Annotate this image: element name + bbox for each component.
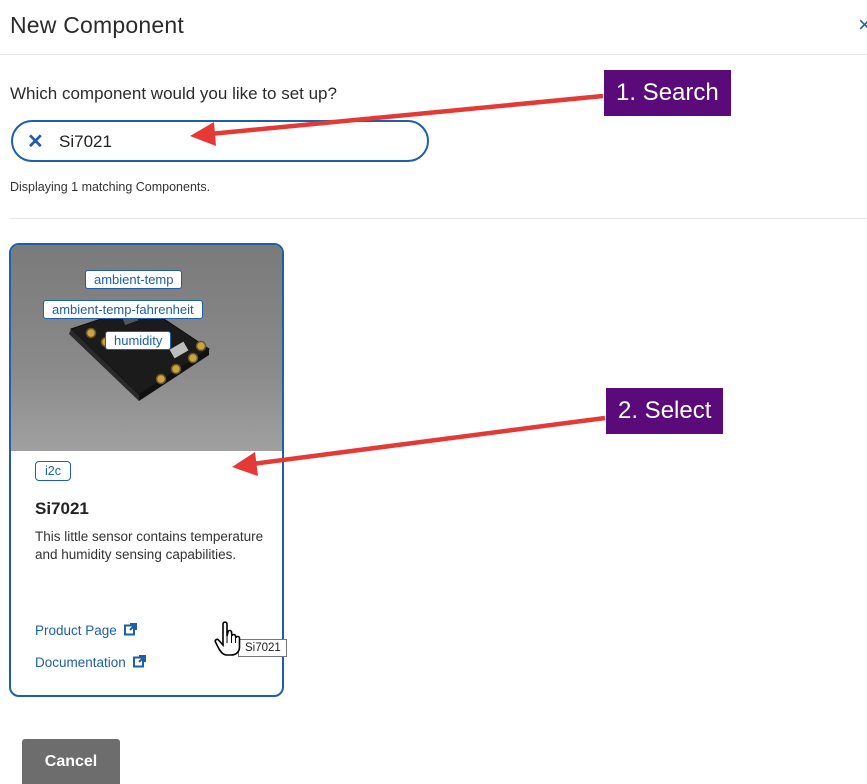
external-link-icon (123, 623, 137, 636)
dialog-header: New Component × (0, 0, 867, 55)
tag-ambient-temp: ambient-temp (85, 270, 183, 289)
chip-i2c: i2c (35, 461, 71, 481)
clear-search-icon[interactable]: ✕ (27, 129, 44, 154)
arrow-to-card (251, 415, 606, 467)
dialog-title: New Component (10, 12, 184, 38)
external-link-icon (132, 655, 146, 668)
product-page-link[interactable]: Product Page (35, 623, 137, 638)
component-title: Si7021 (35, 499, 89, 518)
component-image: ambient-temp ambient-temp-fahrenheit hum… (11, 245, 282, 451)
cancel-button[interactable]: Cancel (22, 739, 120, 784)
search-box: ✕ (11, 120, 429, 162)
tooltip: Si7021 (238, 639, 287, 657)
tag-ambient-temp-fahrenheit: ambient-temp-fahrenheit (43, 300, 203, 319)
tag-humidity: humidity (105, 331, 172, 350)
hand-cursor-icon (214, 621, 241, 656)
search-input[interactable] (57, 130, 401, 154)
close-button[interactable]: × (858, 12, 867, 38)
callout-step-1: 1. Search (604, 70, 731, 116)
product-page-label: Product Page (35, 623, 117, 638)
component-description: This little sensor contains temperature … (35, 529, 264, 562)
documentation-label: Documentation (35, 655, 126, 670)
search-question: Which component would you like to set up… (10, 84, 337, 103)
divider (10, 218, 867, 219)
callout-step-2: 2. Select (606, 388, 724, 434)
result-count: Displaying 1 matching Components. (10, 180, 211, 194)
documentation-link[interactable]: Documentation (35, 655, 146, 670)
